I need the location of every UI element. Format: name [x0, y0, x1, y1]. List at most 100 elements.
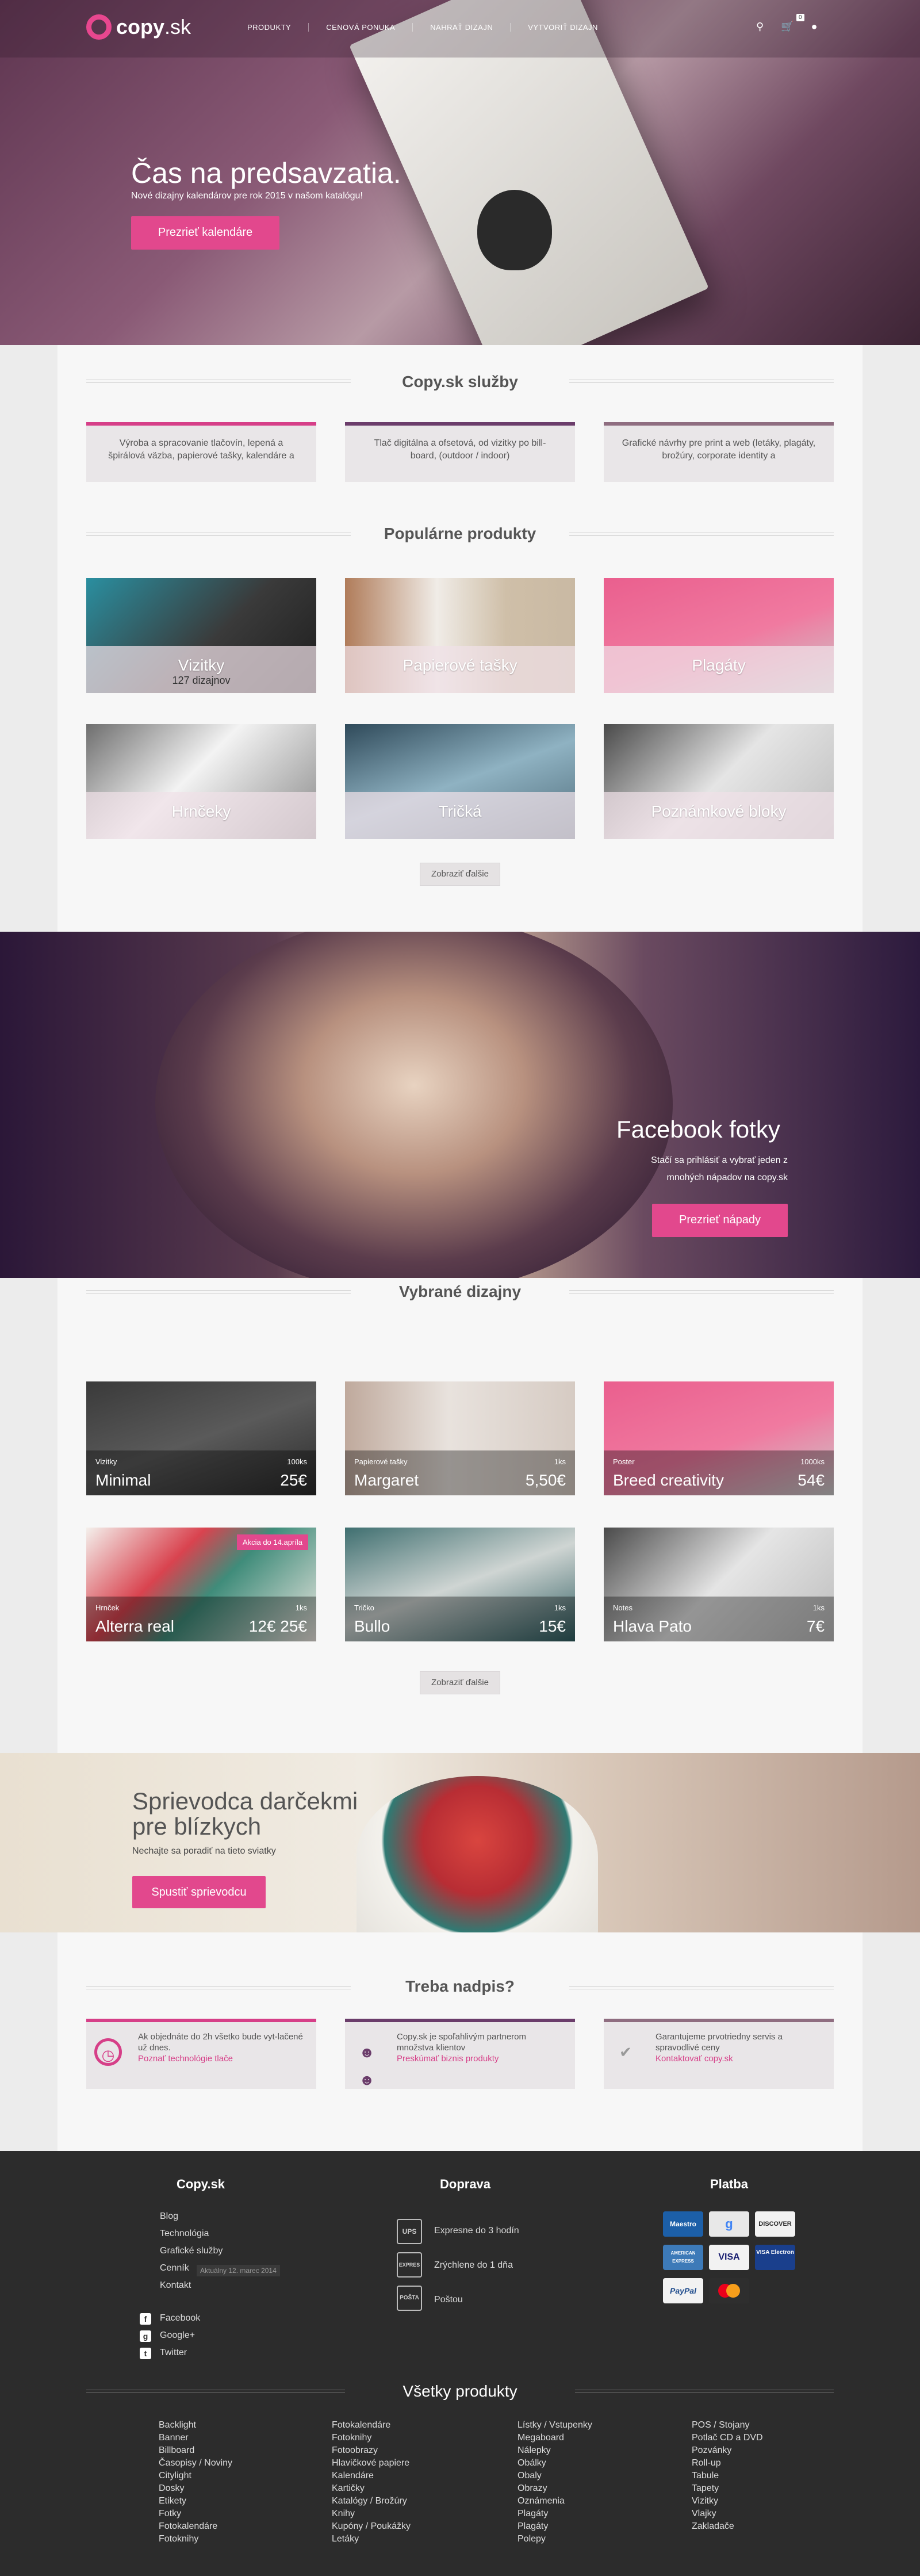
product-link[interactable]: Zakladače: [692, 2520, 763, 2533]
popular-title: Populárne produkty: [384, 525, 536, 542]
product-link[interactable]: Plagáty: [518, 2520, 592, 2533]
discover-icon: DISCOVER: [755, 2211, 795, 2237]
product-link[interactable]: Katalógy / Brožúry: [332, 2495, 411, 2508]
footer-link[interactable]: Blog: [160, 2211, 178, 2222]
show-more-products-button[interactable]: Zobraziť ďalšie: [420, 863, 500, 886]
product-link[interactable]: Tapety: [692, 2482, 763, 2495]
product-link[interactable]: Backlight: [159, 2419, 232, 2432]
design-name: Hlava Pato: [613, 1617, 692, 1635]
facebook-button[interactable]: Prezrieť nápady: [652, 1204, 788, 1237]
info-link[interactable]: Preskúmať biznis produkty: [397, 2053, 564, 2064]
product-tile-tshirts[interactable]: Tričká: [345, 724, 575, 839]
menu-item-products[interactable]: PRODUKTY: [230, 23, 309, 32]
product-tile-paper-bags[interactable]: Papierové tašky: [345, 578, 575, 693]
promo-title-line1: Sprievodca darčekmi: [132, 1787, 358, 1815]
social-link-twitter[interactable]: Twitter: [160, 2348, 187, 2358]
hero-button[interactable]: Prezrieť kalendáre: [131, 216, 279, 250]
product-link[interactable]: Polepy: [518, 2533, 592, 2546]
social-link-google[interactable]: Google+: [160, 2330, 195, 2341]
facebook-title: Facebook fotky: [616, 1116, 780, 1143]
product-tile-notebooks[interactable]: Poznámkové bloky: [604, 724, 834, 839]
product-link[interactable]: Vizitky: [692, 2495, 763, 2508]
product-link[interactable]: Nálepky: [518, 2444, 592, 2457]
design-tile[interactable]: Poster Breed creativity 1000ks 54€: [604, 1381, 834, 1495]
product-label: Tričká: [438, 802, 482, 820]
product-link[interactable]: Fotky: [159, 2508, 232, 2520]
product-link[interactable]: Fotokalendáre: [159, 2520, 232, 2533]
product-link[interactable]: Oznámenia: [518, 2495, 592, 2508]
footer-link[interactable]: Grafické služby: [160, 2246, 223, 2256]
design-price: 7€: [806, 1617, 825, 1635]
design-tile[interactable]: Vizitky Minimal 100ks 25€: [86, 1381, 316, 1495]
footer-link[interactable]: Cenník: [160, 2263, 189, 2273]
info-link[interactable]: Kontaktovať copy.sk: [656, 2053, 822, 2064]
info-link[interactable]: Poznať technológie tlače: [138, 2053, 305, 2064]
product-link[interactable]: Obaly: [518, 2470, 592, 2482]
user-icon[interactable]: ●: [811, 21, 818, 33]
product-tile-mugs[interactable]: Hrnčeky: [86, 724, 316, 839]
menu-item-create-design[interactable]: VYTVORIŤ DIZAJN: [511, 23, 615, 32]
social-link-facebook[interactable]: Facebook: [160, 2313, 200, 2324]
service-card[interactable]: Tlač digitálna a ofsetová, od vizitky po…: [345, 422, 575, 482]
logo[interactable]: copy .sk: [86, 14, 191, 40]
design-tile[interactable]: Notes Hlava Pato 1ks 7€: [604, 1528, 834, 1641]
info-card: ◷ Ak objednáte do 2h všetko bude vyt-lač…: [86, 2019, 316, 2089]
footer-link[interactable]: Kontakt: [160, 2280, 191, 2291]
facebook-text: Stačí sa prihlásiť a vybrať jeden z mnoh…: [618, 1152, 788, 1186]
product-tile-posters[interactable]: Plagáty: [604, 578, 834, 693]
product-link[interactable]: Hlavičkové papiere: [332, 2457, 411, 2470]
product-link[interactable]: Pozvánky: [692, 2444, 763, 2457]
product-link[interactable]: Billboard: [159, 2444, 232, 2457]
service-card[interactable]: Grafické návrhy pre print a web (letáky,…: [604, 422, 834, 482]
product-link[interactable]: Časopisy / Noviny: [159, 2457, 232, 2470]
menu-item-pricing[interactable]: CENOVÁ PONUKA: [309, 23, 413, 32]
design-category: Poster: [613, 1457, 635, 1466]
show-more-designs-button[interactable]: Zobraziť ďalšie: [420, 1671, 500, 1694]
footer-link[interactable]: Technológia: [160, 2229, 209, 2239]
product-link[interactable]: Etikety: [159, 2495, 232, 2508]
thumbs-up-icon: ✔: [619, 2043, 632, 2061]
design-name: Alterra real: [95, 1617, 174, 1635]
design-tile[interactable]: Tričko Bullo 1ks 15€: [345, 1528, 575, 1641]
product-link[interactable]: Knihy: [332, 2508, 411, 2520]
product-link[interactable]: Roll-up: [692, 2457, 763, 2470]
facebook-icon: f: [140, 2313, 151, 2325]
product-link[interactable]: Obálky: [518, 2457, 592, 2470]
design-name: Margaret: [354, 1471, 419, 1489]
product-link[interactable]: Fotoknihy: [332, 2432, 411, 2444]
promo-button[interactable]: Spustiť sprievodcu: [132, 1876, 266, 1908]
product-link[interactable]: Vlajky: [692, 2508, 763, 2520]
search-icon[interactable]: ⚲: [756, 21, 764, 33]
info-card: ✔ Garantujeme prvotriedny servis a sprav…: [604, 2019, 834, 2089]
product-link[interactable]: Kupóny / Poukážky: [332, 2520, 411, 2533]
product-link[interactable]: Megaboard: [518, 2432, 592, 2444]
product-link[interactable]: Obrazy: [518, 2482, 592, 2495]
product-link[interactable]: Dosky: [159, 2482, 232, 2495]
design-tile[interactable]: Akcia do 14.apríla Hrnček Alterra real 1ks…: [86, 1528, 316, 1641]
twitter-icon: t: [140, 2348, 151, 2359]
product-link[interactable]: Fotoobrazy: [332, 2444, 411, 2457]
service-card[interactable]: Výroba a spracovanie tlačovín, lepená a …: [86, 422, 316, 482]
cart-icon[interactable]: 🛒: [781, 21, 793, 33]
product-link[interactable]: Banner: [159, 2432, 232, 2444]
product-link[interactable]: Letáky: [332, 2533, 411, 2546]
design-category: Vizitky: [95, 1457, 117, 1466]
product-link[interactable]: Kartičky: [332, 2482, 411, 2495]
design-category: Papierové tašky: [354, 1457, 408, 1466]
menu-item-upload-design[interactable]: NAHRAŤ DIZAJN: [413, 23, 511, 32]
product-link[interactable]: Citylight: [159, 2470, 232, 2482]
design-tile[interactable]: Papierové tašky Margaret 1ks 5,50€: [345, 1381, 575, 1495]
all-products-column: POS / Stojany Potlač CD a DVD Pozvánky R…: [692, 2419, 763, 2533]
product-link[interactable]: Tabule: [692, 2470, 763, 2482]
product-link[interactable]: Potlač CD a DVD: [692, 2432, 763, 2444]
product-link[interactable]: Lístky / Vstupenky: [518, 2419, 592, 2432]
posta-icon: POŠTA: [397, 2286, 422, 2311]
product-label: Poznámkové bloky: [651, 802, 787, 820]
product-link[interactable]: Plagáty: [518, 2508, 592, 2520]
product-link[interactable]: Kalendáre: [332, 2470, 411, 2482]
info-text: Copy.sk je spoľahlivým partnerom množstv…: [397, 2032, 527, 2053]
product-link[interactable]: Fotoknihy: [159, 2533, 232, 2546]
product-link[interactable]: POS / Stojany: [692, 2419, 763, 2432]
product-link[interactable]: Fotokalendáre: [332, 2419, 411, 2432]
product-tile-business-cards[interactable]: Vizitky 127 dizajnov: [86, 578, 316, 693]
